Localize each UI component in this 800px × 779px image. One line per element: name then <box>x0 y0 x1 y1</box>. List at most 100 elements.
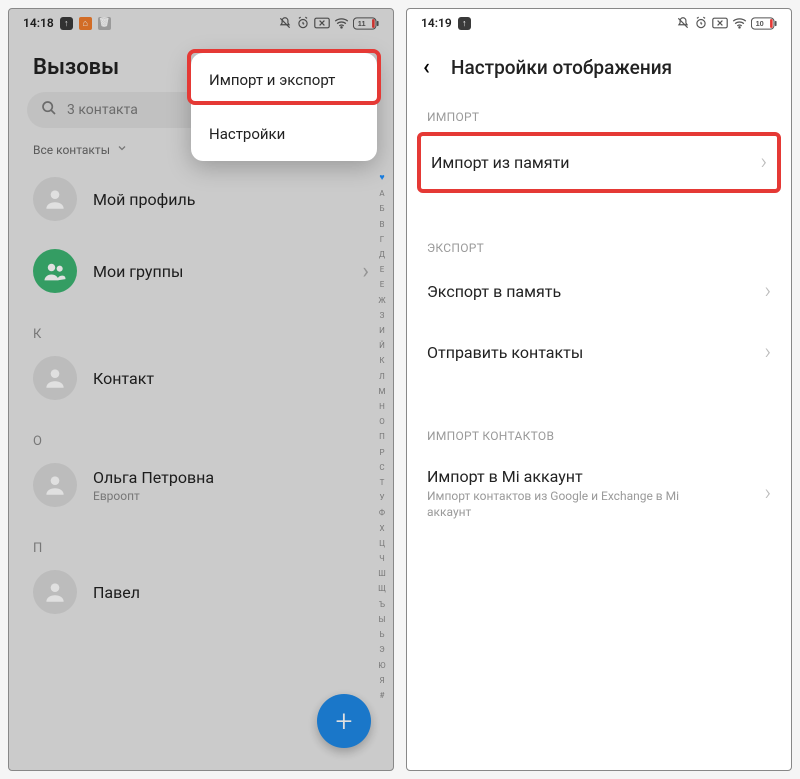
index-letter[interactable]: А <box>379 190 384 198</box>
search-icon <box>41 100 57 120</box>
index-letter[interactable]: Д <box>379 251 385 259</box>
contact-name: Павел <box>93 583 140 602</box>
setting-sublabel: Импорт контактов из Google и Exchange в … <box>427 489 707 520</box>
section-header-o: О <box>9 414 393 449</box>
index-letter[interactable]: П <box>379 433 385 441</box>
groups-icon <box>33 249 77 293</box>
row-export-to-memory[interactable]: Экспорт в память › <box>407 261 791 322</box>
index-letter[interactable]: М <box>379 388 386 396</box>
status-bar: 14:18 ↑ ⌂ 🗑 11 <box>9 9 393 37</box>
contact-subtitle: Евроопт <box>93 489 214 503</box>
filter-label: Все контакты <box>33 143 110 157</box>
index-letter[interactable]: Р <box>379 449 384 457</box>
wifi-icon <box>732 17 747 29</box>
index-letter[interactable]: Ь <box>379 631 384 639</box>
index-letter[interactable]: Л <box>379 373 385 381</box>
index-letter[interactable]: Ы <box>379 616 386 624</box>
app-icon: ⌂ <box>79 17 92 30</box>
chevron-right-icon: › <box>764 481 771 506</box>
row-import-from-memory[interactable]: Импорт из памяти › <box>417 132 781 193</box>
group-header-export: ЭКСПОРТ <box>407 195 791 261</box>
index-letter[interactable]: Е <box>380 266 385 274</box>
setting-label: Отправить контакты <box>427 343 583 362</box>
index-letter[interactable]: # <box>380 692 385 700</box>
index-letter[interactable]: Н <box>379 403 385 411</box>
index-letter[interactable]: Б <box>379 205 384 213</box>
avatar-placeholder-icon <box>33 177 77 221</box>
row-my-groups[interactable]: Мои группы › <box>9 235 393 307</box>
index-letter[interactable]: Ш <box>378 570 386 578</box>
svg-text:11: 11 <box>358 19 366 28</box>
setting-label: Импорт из памяти <box>431 153 570 172</box>
status-time: 14:19 <box>421 16 452 30</box>
chevron-down-icon <box>116 142 128 157</box>
wifi-icon <box>334 17 349 29</box>
index-letter[interactable]: Я <box>379 677 384 685</box>
chevron-right-icon: › <box>764 340 771 365</box>
group-header-import-contacts: ИМПОРТ КОНТАКТОВ <box>407 383 791 449</box>
index-letter[interactable]: Щ <box>378 585 386 593</box>
index-letter[interactable]: Т <box>380 479 385 487</box>
contact-row-o[interactable]: Ольга Петровна Евроопт <box>9 449 393 521</box>
avatar-placeholder-icon <box>33 570 77 614</box>
row-share-contacts[interactable]: Отправить контакты › <box>407 322 791 383</box>
phone-left: 14:18 ↑ ⌂ 🗑 11 Вызовы <box>8 8 394 771</box>
index-letter[interactable]: Ф <box>379 509 385 517</box>
index-letter[interactable]: Э <box>379 646 384 654</box>
chevron-right-icon: › <box>764 279 771 304</box>
settings-title: Настройки отображения <box>451 56 672 79</box>
menu-item-settings[interactable]: Настройки <box>191 107 377 161</box>
menu-item-import-export[interactable]: Импорт и экспорт <box>191 53 377 107</box>
avatar-placeholder-icon <box>33 463 77 507</box>
dnd-icon <box>676 16 690 30</box>
overflow-menu: Импорт и экспорт Настройки <box>191 53 377 161</box>
setting-label: Импорт в Mi аккаунт <box>427 467 707 486</box>
index-letter[interactable]: Ч <box>379 555 384 563</box>
battery-icon: 11 <box>353 17 379 30</box>
index-letter[interactable]: Х <box>379 525 384 533</box>
x-status-icon <box>712 17 728 29</box>
index-letter[interactable]: В <box>380 221 385 229</box>
upload-indicator-icon: ↑ <box>458 17 471 30</box>
alarm-icon <box>694 16 708 30</box>
row-import-to-mi[interactable]: Импорт в Mi аккаунт Импорт контактов из … <box>407 449 791 538</box>
chevron-right-icon: › <box>760 150 767 175</box>
index-letter[interactable]: Е <box>380 281 385 289</box>
phone-right: 14:19 ↑ 10 ‹ Настройки отображения ИМПОР… <box>406 8 792 771</box>
contact-row-p[interactable]: Павел <box>9 556 393 628</box>
avatar-placeholder-icon <box>33 356 77 400</box>
row-my-profile[interactable]: Мой профиль <box>9 163 393 235</box>
svg-text:10: 10 <box>756 19 764 28</box>
trash-icon: 🗑 <box>98 17 111 30</box>
status-time: 14:18 <box>23 16 54 30</box>
index-letter[interactable]: У <box>379 494 384 502</box>
index-letter[interactable]: З <box>380 312 385 320</box>
contact-row-k[interactable]: Контакт <box>9 342 393 414</box>
index-letter[interactable]: Й <box>379 342 385 350</box>
index-letter[interactable]: О <box>379 418 385 426</box>
chevron-right-icon: › <box>362 259 369 284</box>
status-bar: 14:19 ↑ 10 <box>407 9 791 37</box>
search-placeholder: 3 контакта <box>67 102 138 118</box>
setting-label: Экспорт в память <box>427 282 561 301</box>
settings-header: ‹ Настройки отображения <box>407 37 791 90</box>
index-letter[interactable]: Г <box>380 236 384 244</box>
contact-name: Ольга Петровна <box>93 468 214 487</box>
upload-indicator-icon: ↑ <box>60 17 73 30</box>
index-rail[interactable]: ♥ АБВГДЕЕЖЗИЙКЛМНОПРСТУФХЦЧШЩЪЫЬЭЮЯ# <box>375 174 389 700</box>
index-letter[interactable]: К <box>379 357 384 365</box>
index-letter[interactable]: И <box>379 327 385 335</box>
index-letter[interactable]: Ю <box>378 662 385 670</box>
index-letter[interactable]: Ъ <box>379 601 385 609</box>
contact-name: Контакт <box>93 369 154 388</box>
back-button[interactable]: ‹ <box>423 55 451 80</box>
x-status-icon <box>314 17 330 29</box>
index-letter[interactable]: С <box>379 464 384 472</box>
battery-icon: 10 <box>751 17 777 30</box>
index-letter[interactable]: Ж <box>378 297 385 305</box>
add-contact-fab[interactable]: + <box>317 694 371 748</box>
heart-icon[interactable]: ♥ <box>379 174 384 183</box>
section-header-p: П <box>9 521 393 556</box>
index-letter[interactable]: Ц <box>379 540 385 548</box>
section-header-k: К <box>9 307 393 342</box>
